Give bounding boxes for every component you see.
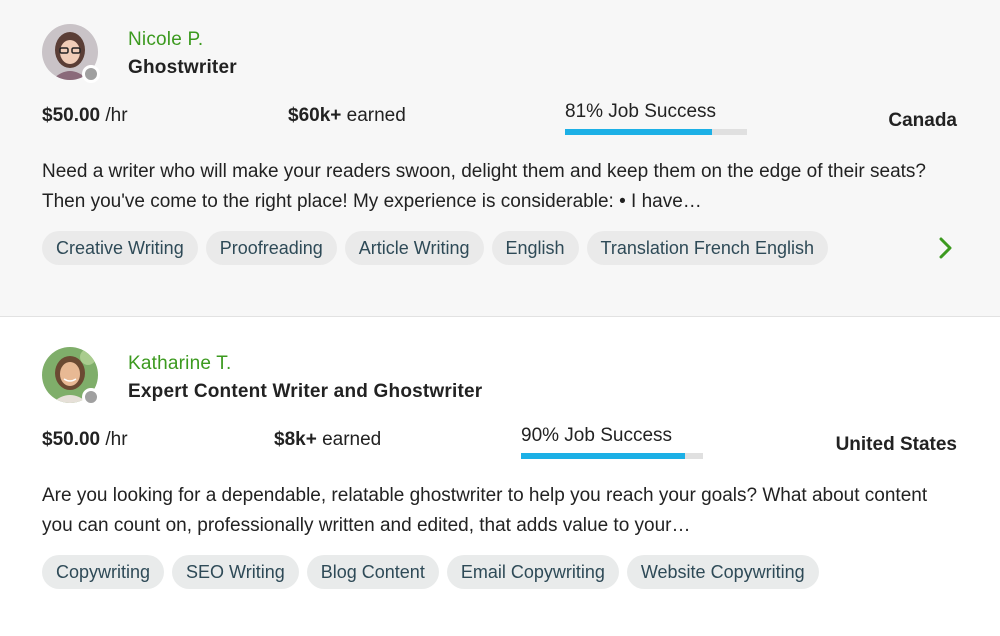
description: Need a writer who will make your readers… — [42, 161, 926, 212]
status-dot-icon — [82, 388, 100, 406]
job-success-fill — [565, 129, 713, 135]
job-success-bar — [521, 453, 703, 459]
freelancer-title: Ghostwriter — [128, 57, 237, 78]
skill-tag[interactable]: Creative Writing — [42, 231, 198, 265]
rate-unit: /hr — [105, 105, 128, 126]
freelancer-card[interactable]: Nicole P. Ghostwriter $50.00 /hr $60k+ e… — [0, 0, 1000, 317]
earnings: $60k+ earned — [288, 105, 406, 127]
description: Are you looking for a dependable, relata… — [42, 485, 928, 536]
hourly-rate: $50.00 /hr — [42, 429, 128, 451]
skill-tag[interactable]: Translation French English — [586, 231, 828, 265]
skill-tag[interactable]: English — [491, 231, 579, 265]
skills-list: Creative Writing Proofreading Article Wr… — [42, 231, 828, 265]
status-dot-icon — [82, 65, 100, 83]
earned-label: earned — [322, 429, 382, 450]
skill-tag[interactable]: Website Copywriting — [626, 555, 819, 589]
job-success-fill — [521, 453, 685, 459]
job-success: 81% Job Success — [565, 101, 747, 135]
freelancer-card[interactable]: Katharine T. Expert Content Writer and G… — [0, 318, 1000, 636]
hourly-rate: $50.00 /hr — [42, 105, 128, 127]
avatar[interactable] — [42, 347, 100, 406]
skill-tag[interactable]: Email Copywriting — [446, 555, 619, 589]
avatar[interactable] — [42, 24, 100, 83]
job-success-label: 90% Job Success — [521, 425, 673, 446]
chevron-right-icon[interactable] — [936, 236, 956, 260]
rate-amount: $50.00 — [42, 429, 101, 450]
job-success-bar — [565, 129, 747, 135]
earned-amount: $8k+ — [274, 429, 317, 450]
skills-list: Copywriting SEO Writing Blog Content Ema… — [42, 555, 819, 589]
job-success-label: 81% Job Success — [565, 101, 717, 122]
earned-amount: $60k+ — [288, 105, 342, 126]
skill-tag[interactable]: Article Writing — [344, 231, 484, 265]
rate-unit: /hr — [105, 429, 128, 450]
skill-tag[interactable]: Blog Content — [306, 555, 439, 589]
skill-tag[interactable]: Copywriting — [42, 555, 165, 589]
earned-label: earned — [346, 105, 406, 126]
skill-tag[interactable]: SEO Writing — [172, 555, 299, 589]
country: Canada — [888, 110, 957, 131]
freelancer-name[interactable]: Katharine T. — [128, 353, 231, 375]
rate-amount: $50.00 — [42, 105, 101, 126]
skill-tag[interactable]: Proofreading — [205, 231, 337, 265]
country: United States — [835, 434, 957, 455]
freelancer-name[interactable]: Nicole P. — [128, 29, 203, 51]
job-success: 90% Job Success — [521, 425, 703, 459]
earnings: $8k+ earned — [274, 429, 381, 451]
freelancer-title: Expert Content Writer and Ghostwriter — [128, 381, 483, 402]
